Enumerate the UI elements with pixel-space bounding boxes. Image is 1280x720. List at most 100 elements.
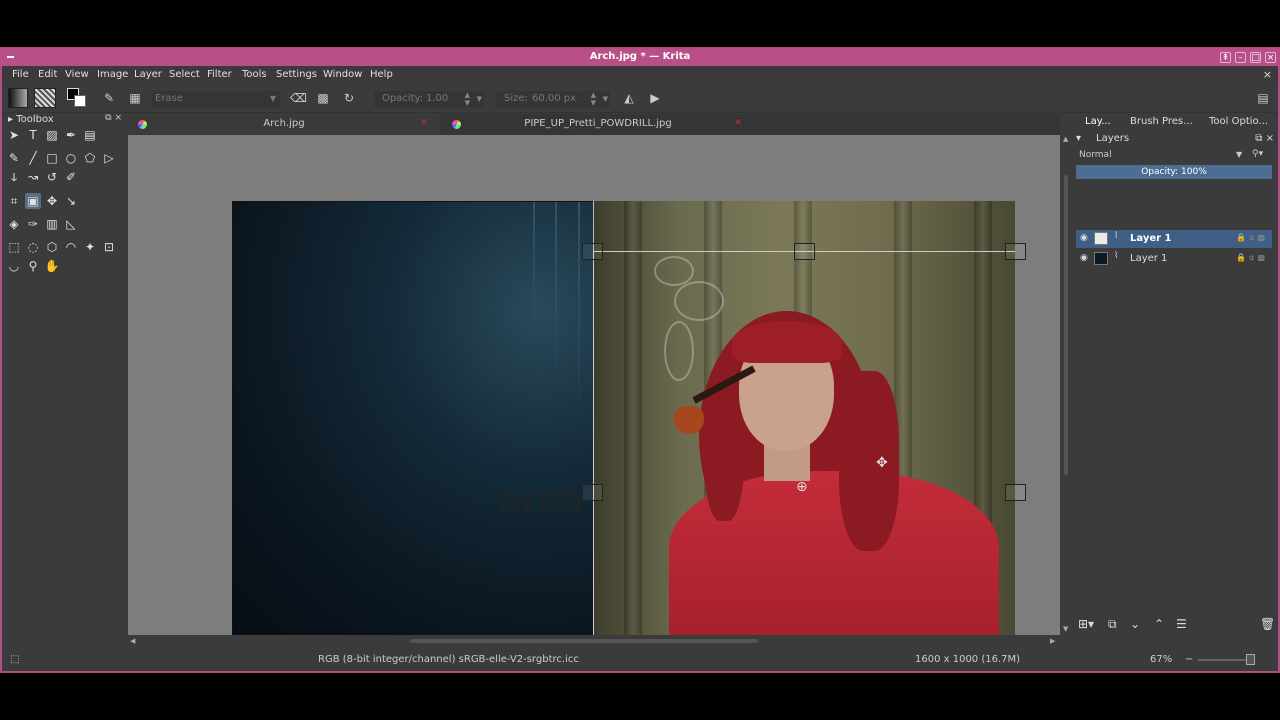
- preserve-alpha-icon[interactable]: ▩: [316, 91, 330, 105]
- close-tab-icon[interactable]: ×: [420, 117, 428, 128]
- color-picker-tool-icon[interactable]: ✑: [25, 216, 41, 232]
- collapse-icon[interactable]: ▾: [1076, 133, 1081, 144]
- layer-row[interactable]: ◉ ⌇ Layer 1 🔒⍺▩: [1076, 230, 1272, 248]
- blend-mode-select[interactable]: Normal ▼ ⚲▾: [1076, 149, 1272, 163]
- pan-tool-icon[interactable]: ✋: [44, 258, 60, 274]
- crop-tool-icon[interactable]: ⌗: [6, 193, 22, 209]
- color-selector[interactable]: [67, 88, 87, 108]
- menu-tools[interactable]: Tools: [242, 69, 267, 80]
- maximize-icon[interactable]: □: [1250, 52, 1261, 63]
- mirror-vertical-icon[interactable]: ▶: [648, 91, 662, 105]
- opacity-spinbox[interactable]: Opacity: 1.00 ▲ ▼ ▼: [374, 91, 484, 107]
- transform-handle-top-right[interactable]: [1005, 243, 1026, 260]
- dynamic-brush-tool-icon[interactable]: ↺: [44, 169, 60, 185]
- selection-status-icon[interactable]: ⬚: [10, 654, 19, 665]
- measure-tool-icon[interactable]: ↘: [63, 193, 79, 209]
- scroll-left-icon[interactable]: ◀: [130, 637, 135, 645]
- layer-opacity-slider[interactable]: Opacity: 100%: [1076, 165, 1272, 179]
- brush-presets-grid-icon[interactable]: ▦: [128, 91, 142, 105]
- delete-layer-icon[interactable]: 🗑: [1260, 617, 1275, 631]
- move-tool-icon[interactable]: ✥: [44, 193, 60, 209]
- transform-handle-left[interactable]: [582, 484, 603, 501]
- fill-tool-icon[interactable]: ◈: [6, 216, 22, 232]
- duplicate-layer-icon[interactable]: ⧉: [1108, 617, 1117, 632]
- minimize-icon[interactable]: –: [1235, 52, 1246, 63]
- edit-shapes-tool-icon[interactable]: ▨: [44, 127, 60, 143]
- polyline-tool-icon[interactable]: ▷: [101, 150, 117, 166]
- spin-arrows-icon[interactable]: ▲ ▼: [465, 91, 470, 107]
- workspace-chooser-icon[interactable]: ▤: [1256, 91, 1270, 105]
- zoom-tool-icon[interactable]: ⚲: [25, 258, 41, 274]
- assistant-tool-icon[interactable]: ◺: [63, 216, 79, 232]
- menu-settings[interactable]: Settings: [276, 69, 317, 80]
- ellipse-tool-icon[interactable]: ○: [63, 150, 79, 166]
- similar-color-selection-tool-icon[interactable]: ⊡: [101, 239, 117, 255]
- close-tab-icon[interactable]: ×: [734, 117, 742, 128]
- size-spinbox[interactable]: Size: 60.00 px ▲ ▼ ▼: [496, 91, 610, 107]
- scroll-up-icon[interactable]: ▲: [1063, 135, 1068, 143]
- bezier-curve-tool-icon[interactable]: ↆ: [6, 169, 22, 185]
- spin-arrows-icon[interactable]: ▲ ▼: [591, 91, 596, 107]
- canvas[interactable]: arch ⊕ ✥: [128, 135, 1060, 635]
- docker-buttons[interactable]: ⧉ ×: [105, 113, 122, 123]
- multibrush-tool-icon[interactable]: ✐: [63, 169, 79, 185]
- visibility-eye-icon[interactable]: ◉: [1080, 253, 1090, 263]
- vertical-scrollbar[interactable]: ▲ ▼: [1060, 135, 1072, 635]
- polygonal-selection-tool-icon[interactable]: ⬡: [44, 239, 60, 255]
- keep-above-icon[interactable]: ⇞: [1220, 52, 1231, 63]
- select-shapes-tool-icon[interactable]: ➤: [6, 127, 22, 143]
- edit-brush-icon[interactable]: ✎: [102, 91, 116, 105]
- gradient-editor-tool-icon[interactable]: ▤: [82, 127, 98, 143]
- chevron-down-icon[interactable]: ▼: [603, 95, 608, 103]
- contiguous-selection-tool-icon[interactable]: ✦: [82, 239, 98, 255]
- mirror-horizontal-icon[interactable]: ◭: [622, 91, 636, 105]
- zoom-slider[interactable]: [1198, 659, 1248, 661]
- menu-image[interactable]: Image: [97, 69, 128, 80]
- freehand-brush-tool-icon[interactable]: ✎: [6, 150, 22, 166]
- move-layer-down-icon[interactable]: ⌄: [1130, 617, 1140, 631]
- tab-brush-presets[interactable]: Brush Pres...: [1130, 116, 1193, 127]
- menu-view[interactable]: View: [65, 69, 89, 80]
- zoom-slider-handle[interactable]: [1246, 654, 1255, 665]
- layer-flags-icon[interactable]: 🔒⍺▩: [1236, 253, 1268, 262]
- tab-layers[interactable]: Lay...: [1085, 116, 1111, 127]
- vertical-scroll-thumb[interactable]: [1064, 175, 1068, 475]
- gradient-selector[interactable]: [8, 88, 28, 108]
- background-color[interactable]: [74, 95, 86, 107]
- rectangle-tool-icon[interactable]: □: [44, 150, 60, 166]
- elliptical-selection-tool-icon[interactable]: ◌: [25, 239, 41, 255]
- transform-handle-right[interactable]: [1005, 484, 1026, 501]
- bezier-selection-tool-icon[interactable]: ◡: [6, 258, 22, 274]
- freehand-selection-tool-icon[interactable]: ◠: [63, 239, 79, 255]
- menu-file[interactable]: File: [12, 69, 29, 80]
- layer-flags-icon[interactable]: 🔒⍺▩: [1236, 233, 1268, 242]
- brush-preset-field[interactable]: Erase ▼: [152, 91, 280, 107]
- freehand-path-tool-icon[interactable]: ↝: [25, 169, 41, 185]
- close-document-icon[interactable]: ×: [1263, 68, 1272, 81]
- menu-edit[interactable]: Edit: [38, 69, 57, 80]
- chevron-down-icon[interactable]: ▼: [477, 95, 482, 103]
- polygon-tool-icon[interactable]: ⬠: [82, 150, 98, 166]
- scroll-down-icon[interactable]: ▼: [1063, 625, 1068, 633]
- tab-arch[interactable]: Arch.jpg ×: [128, 114, 440, 135]
- eraser-mode-icon[interactable]: ⌫: [290, 91, 307, 105]
- pattern-selector[interactable]: [34, 88, 56, 108]
- transform-tool-icon[interactable]: ▣: [25, 193, 41, 209]
- layer-properties-icon[interactable]: ☰: [1176, 617, 1187, 631]
- reload-preset-icon[interactable]: ↻: [342, 91, 356, 105]
- calligraphy-tool-icon[interactable]: ✒: [63, 127, 79, 143]
- rectangular-selection-tool-icon[interactable]: ⬚: [6, 239, 22, 255]
- docker-float-close-icon[interactable]: ⧉ ×: [1255, 133, 1274, 144]
- transform-handle-top[interactable]: [794, 243, 815, 260]
- menu-window[interactable]: Window: [323, 69, 362, 80]
- menu-filter[interactable]: Filter: [207, 69, 232, 80]
- move-layer-up-icon[interactable]: ⌃: [1154, 617, 1164, 631]
- transform-handle-top-left[interactable]: [582, 243, 603, 260]
- text-tool-icon[interactable]: T: [25, 127, 41, 143]
- menu-layer[interactable]: Layer: [134, 69, 162, 80]
- close-window-icon[interactable]: ×: [1265, 52, 1276, 63]
- tab-pipe-up[interactable]: PIPE_UP_Pretti_POWDRILL.jpg ×: [442, 114, 754, 135]
- horizontal-scrollbar[interactable]: ◀ ▶: [128, 635, 1060, 647]
- horizontal-scroll-thumb[interactable]: [410, 639, 758, 643]
- visibility-eye-icon[interactable]: ◉: [1080, 233, 1090, 243]
